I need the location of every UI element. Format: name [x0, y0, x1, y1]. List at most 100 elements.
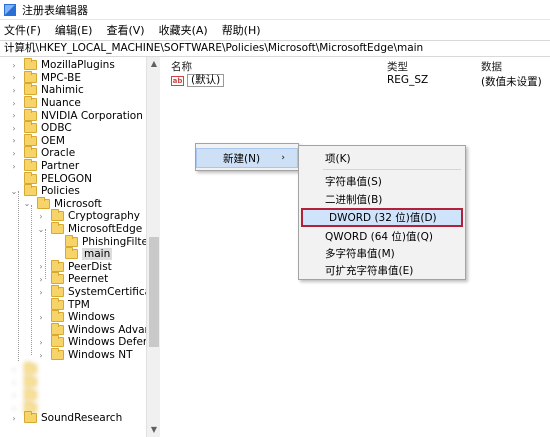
- tree-item[interactable]: › Nuance: [10, 96, 81, 110]
- chevron-right-icon[interactable]: ›: [37, 288, 45, 297]
- folder-icon: [51, 297, 64, 310]
- menu-view[interactable]: 查看(V): [106, 22, 144, 38]
- chevron-right-icon[interactable]: ›: [37, 262, 45, 271]
- chevron-right-icon[interactable]: ›: [10, 124, 18, 133]
- chevron-right-icon[interactable]: ›: [37, 212, 45, 221]
- scroll-up-icon[interactable]: ▲: [147, 57, 161, 71]
- tree-item[interactable]: › Nahimic: [10, 83, 84, 97]
- tree-scrollbar[interactable]: ▲ ▼: [146, 57, 160, 437]
- tree-item[interactable]: › MozillaPlugins: [10, 58, 115, 72]
- window-title: 注册表编辑器: [22, 3, 88, 17]
- chevron-right-icon[interactable]: ›: [10, 99, 18, 108]
- tree-item[interactable]: › Windows NT: [37, 348, 132, 362]
- tree-item[interactable]: › NVIDIA Corporation: [10, 108, 143, 122]
- tree-item-selected[interactable]: main: [51, 247, 113, 261]
- folder-icon: [51, 285, 64, 298]
- context-menu: 新建(N) ›: [195, 143, 299, 171]
- tree-item[interactable]: › MPC-BE: [10, 70, 81, 85]
- folder-icon: [51, 222, 64, 235]
- chevron-down-icon[interactable]: ⌄: [10, 187, 18, 196]
- value-row-type: REG_SZ: [387, 74, 429, 86]
- column-header-name[interactable]: 名称: [171, 59, 192, 74]
- folder-icon: [51, 209, 64, 222]
- menu-edit[interactable]: 编辑(E): [55, 22, 93, 38]
- value-row-data: (数值未设置): [481, 76, 542, 88]
- chevron-right-icon[interactable]: ›: [37, 275, 45, 284]
- tree-item[interactable]: ⌄ Policies: [10, 184, 80, 198]
- registry-tree[interactable]: › MozillaPlugins › MPC-BE › Nahimic › Nuance…: [0, 57, 160, 437]
- tree-item[interactable]: › Windows: [37, 310, 115, 324]
- tree-item-blurred: ›: [10, 362, 61, 376]
- menu-separator: [323, 169, 461, 170]
- chevron-right-icon[interactable]: ›: [10, 414, 18, 423]
- tree-item[interactable]: ⌄ MicrosoftEdge: [37, 222, 142, 236]
- menu-item-key[interactable]: 项(K): [299, 149, 465, 167]
- chevron-right-icon: ›: [281, 153, 285, 163]
- tree-item[interactable]: › Oracle: [10, 146, 75, 160]
- tree-item[interactable]: › SystemCertificates: [37, 285, 159, 299]
- chevron-down-icon[interactable]: ⌄: [23, 199, 31, 208]
- scroll-down-icon[interactable]: ▼: [147, 423, 161, 437]
- address-bar[interactable]: 计算机\HKEY_LOCAL_MACHINE\SOFTWARE\Policies…: [0, 40, 550, 57]
- folder-icon: [24, 83, 37, 96]
- chevron-down-icon[interactable]: ⌄: [37, 225, 45, 234]
- tree-guide: [18, 191, 19, 361]
- title-bar: 注册表编辑器: [0, 0, 550, 20]
- folder-icon: [24, 146, 37, 159]
- folder-open-icon: [65, 247, 78, 260]
- tree-item-blurred: ›: [10, 388, 74, 402]
- string-value-icon: ab: [171, 75, 184, 86]
- tree-item[interactable]: › OEM: [10, 133, 65, 148]
- scrollbar-thumb[interactable]: [149, 237, 159, 347]
- menu-item-expandable-string-value[interactable]: 可扩充字符串值(E): [299, 261, 465, 279]
- tree-item[interactable]: PELOGON: [10, 171, 92, 185]
- chevron-right-icon[interactable]: ›: [10, 149, 18, 158]
- folder-icon: [24, 171, 37, 184]
- menu-item-multi-string-value[interactable]: 多字符串值(M): [299, 244, 465, 262]
- menu-help[interactable]: 帮助(H): [222, 22, 261, 38]
- menu-item-new[interactable]: 新建(N) ›: [196, 148, 298, 168]
- menu-item-qword-value[interactable]: QWORD (64 位)值(Q): [299, 227, 465, 245]
- folder-icon: [24, 411, 37, 424]
- tree-item[interactable]: › PeerDist: [37, 259, 112, 274]
- folder-icon: [24, 96, 37, 109]
- tree-guide: [31, 205, 32, 355]
- chevron-right-icon[interactable]: ›: [37, 313, 45, 322]
- folder-icon: [24, 121, 37, 134]
- tree-item[interactable]: › Partner: [10, 159, 79, 173]
- tree-item[interactable]: PhishingFilter: [51, 234, 152, 248]
- menu-item-string-value[interactable]: 字符串值(S): [299, 172, 465, 190]
- chevron-right-icon[interactable]: ›: [10, 162, 18, 171]
- folder-icon: [51, 322, 64, 335]
- tree-item[interactable]: TPM: [37, 297, 90, 311]
- tree-item[interactable]: › SoundResearch: [10, 411, 122, 425]
- new-submenu: 项(K) 字符串值(S) 二进制值(B) DWORD (32 位)值(D) QW…: [298, 145, 466, 280]
- chevron-right-icon[interactable]: ›: [10, 61, 18, 70]
- tree-item[interactable]: › Peernet: [37, 272, 108, 286]
- column-header-type[interactable]: 类型: [387, 59, 408, 74]
- chevron-right-icon[interactable]: ›: [10, 73, 18, 82]
- chevron-right-icon[interactable]: ›: [10, 86, 18, 95]
- menu-favorites[interactable]: 收藏夹(A): [159, 22, 208, 38]
- menu-item-binary-value[interactable]: 二进制值(B): [299, 190, 465, 208]
- chevron-right-icon[interactable]: ›: [37, 351, 45, 360]
- tree-item[interactable]: ⌄ Microsoft: [23, 196, 102, 211]
- tree-item[interactable]: › Cryptography: [37, 209, 140, 223]
- column-header-data[interactable]: 数据: [481, 59, 502, 74]
- default-value-name: (默认): [187, 74, 225, 87]
- menu-item-dword-value[interactable]: DWORD (32 位)值(D): [301, 208, 463, 227]
- folder-icon: [51, 272, 64, 285]
- chevron-right-icon[interactable]: ›: [37, 338, 45, 347]
- value-row-name[interactable]: ab (默认): [171, 74, 225, 87]
- folder-icon: [24, 58, 37, 71]
- folder-icon: [51, 310, 64, 323]
- folder-icon: [37, 196, 50, 209]
- registry-editor-icon: [4, 3, 16, 16]
- tree-item[interactable]: › ODBC: [10, 121, 72, 135]
- menu-file[interactable]: 文件(F): [4, 22, 41, 38]
- tree-item[interactable]: › Windows Defender: [37, 335, 159, 349]
- chevron-right-icon[interactable]: ›: [10, 136, 18, 145]
- folder-icon: [51, 348, 64, 361]
- chevron-right-icon[interactable]: ›: [10, 111, 18, 120]
- tree-item[interactable]: Windows Advanced: [37, 322, 159, 337]
